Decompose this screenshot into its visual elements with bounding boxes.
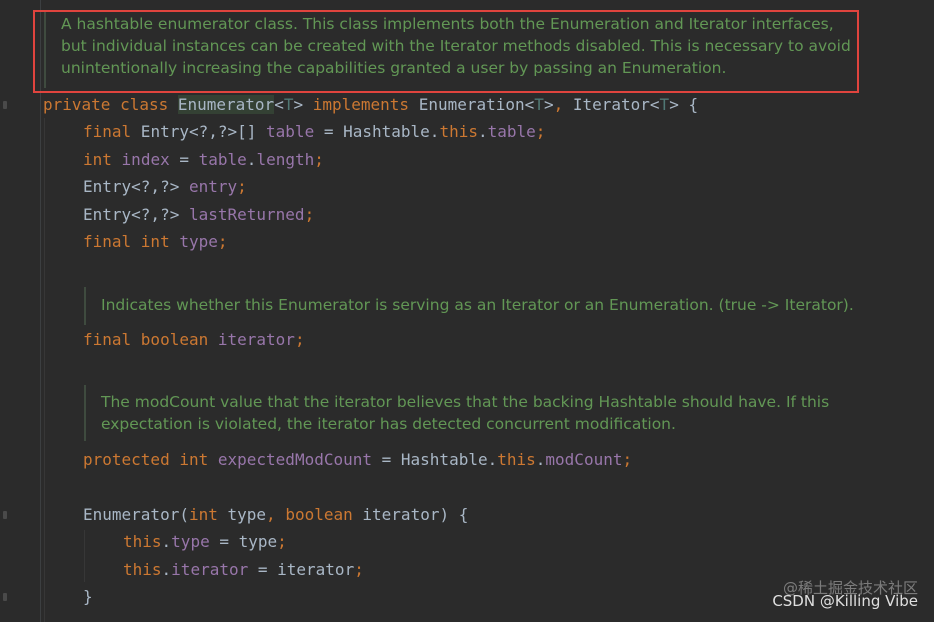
assignment: = type <box>209 532 278 551</box>
semicolon: ; <box>217 232 228 251</box>
keyword: this <box>497 450 536 469</box>
doc-comment-bar <box>84 287 86 325</box>
modcount-doc-comment: The modCount value that the iterator bel… <box>101 391 829 435</box>
semicolon: ; <box>535 122 546 141</box>
field-name: modCount <box>545 450 623 469</box>
assign-iterator-line: this.iterator = iterator; <box>123 556 364 583</box>
field-name: table <box>487 122 536 141</box>
fold-marker-icon[interactable] <box>3 101 7 109</box>
generic-open: < <box>274 95 284 114</box>
field-name: lastReturned <box>188 205 305 224</box>
fold-marker-icon[interactable] <box>3 593 7 601</box>
keyword: implements <box>312 95 410 114</box>
keyword: boolean <box>285 505 353 524</box>
comma: , <box>553 95 564 114</box>
field-expectedmodcount-line: protected int expectedModCount = Hashtab… <box>83 446 632 473</box>
close-brace: } <box>83 587 93 606</box>
type-name: Entry<?,?> <box>83 205 189 224</box>
keyword: private class <box>43 95 178 114</box>
gutter-divider <box>40 0 41 622</box>
generic-close: > <box>293 95 313 114</box>
field-name: type <box>171 532 210 551</box>
semicolon: ; <box>314 150 324 169</box>
assignment: = iterator <box>248 560 355 579</box>
field-table-line: final Entry<?,?>[] table = Hashtable.thi… <box>83 118 545 145</box>
semicolon: ; <box>622 450 633 469</box>
constructor-name: Enumerator( <box>83 505 189 524</box>
type-name: Entry<?,?> <box>83 177 189 196</box>
semicolon: ; <box>304 205 315 224</box>
code-editor[interactable]: A hashtable enumerator class. This class… <box>0 0 934 622</box>
type-param: T <box>534 95 544 114</box>
keyword: final <box>83 122 132 141</box>
class-name[interactable]: Enumerator <box>177 95 275 114</box>
highlight-box <box>33 10 859 93</box>
param: iterator) { <box>352 505 469 524</box>
class-declaration-line: private class Enumerator<T> implements E… <box>43 91 698 118</box>
watermark: @稀土掘金技术社区 CSDN @Killing Vibe <box>772 580 918 610</box>
assignment: = Hashtable. <box>314 122 440 141</box>
field-name: expectedModCount <box>217 450 372 469</box>
field-entry-line: Entry<?,?> entry; <box>83 173 247 200</box>
field-name: length <box>256 150 315 169</box>
keyword: this <box>439 122 478 141</box>
fold-marker-icon[interactable] <box>3 511 7 519</box>
interface-name: Enumeration< <box>409 95 535 114</box>
field-type-line: final int type; <box>83 228 228 255</box>
open-brace: > { <box>669 95 699 114</box>
field-name: index <box>121 150 170 169</box>
field-index-line: int index = table.length; <box>83 146 324 173</box>
keyword: this <box>123 532 162 551</box>
doc-line: Indicates whether this Enumerator is ser… <box>101 296 854 314</box>
keyword: int <box>83 150 112 169</box>
assignment: = Hashtable. <box>372 450 498 469</box>
doc-line: The modCount value that the iterator bel… <box>101 393 830 411</box>
constructor-line: Enumerator(int type, boolean iterator) { <box>83 501 468 528</box>
field-name: type <box>179 232 218 251</box>
keyword: int <box>188 505 218 524</box>
generic-close: > <box>543 95 554 114</box>
dot: . <box>161 560 172 579</box>
doc-comment-bar <box>84 385 86 441</box>
doc-line: expectation is violated, the iterator ha… <box>101 415 676 433</box>
param: type <box>217 505 267 524</box>
indent-guide <box>84 530 85 582</box>
field-name: entry <box>188 177 238 196</box>
field-name: table <box>198 150 247 169</box>
keyword: protected int <box>83 450 209 469</box>
field-name: table <box>266 122 315 141</box>
interface-name: Iterator< <box>563 95 660 114</box>
semicolon: ; <box>354 560 364 579</box>
field-iterator-line: final boolean iterator; <box>83 326 305 353</box>
field-name: iterator <box>171 560 249 579</box>
dot: . <box>477 122 488 141</box>
iterator-doc-comment: Indicates whether this Enumerator is ser… <box>101 294 854 316</box>
assign-type-line: this.type = type; <box>123 528 287 555</box>
indent-guide <box>44 118 45 622</box>
keyword: final int <box>83 232 170 251</box>
closing-brace-line: } <box>83 583 93 610</box>
semicolon: ; <box>294 330 305 349</box>
type-name: Entry<?,?>[] <box>131 122 267 141</box>
comma: , <box>266 505 276 524</box>
dot: . <box>246 150 257 169</box>
type-param: T <box>659 95 670 114</box>
dot: . <box>161 532 172 551</box>
field-name: iterator <box>217 330 295 349</box>
watermark-line: CSDN @Killing Vibe <box>772 592 918 610</box>
assignment: = <box>169 150 199 169</box>
semicolon: ; <box>237 177 247 196</box>
dot: . <box>535 450 546 469</box>
semicolon: ; <box>277 532 287 551</box>
keyword: final boolean <box>83 330 209 349</box>
keyword: this <box>123 560 162 579</box>
field-lastreturned-line: Entry<?,?> lastReturned; <box>83 201 314 228</box>
